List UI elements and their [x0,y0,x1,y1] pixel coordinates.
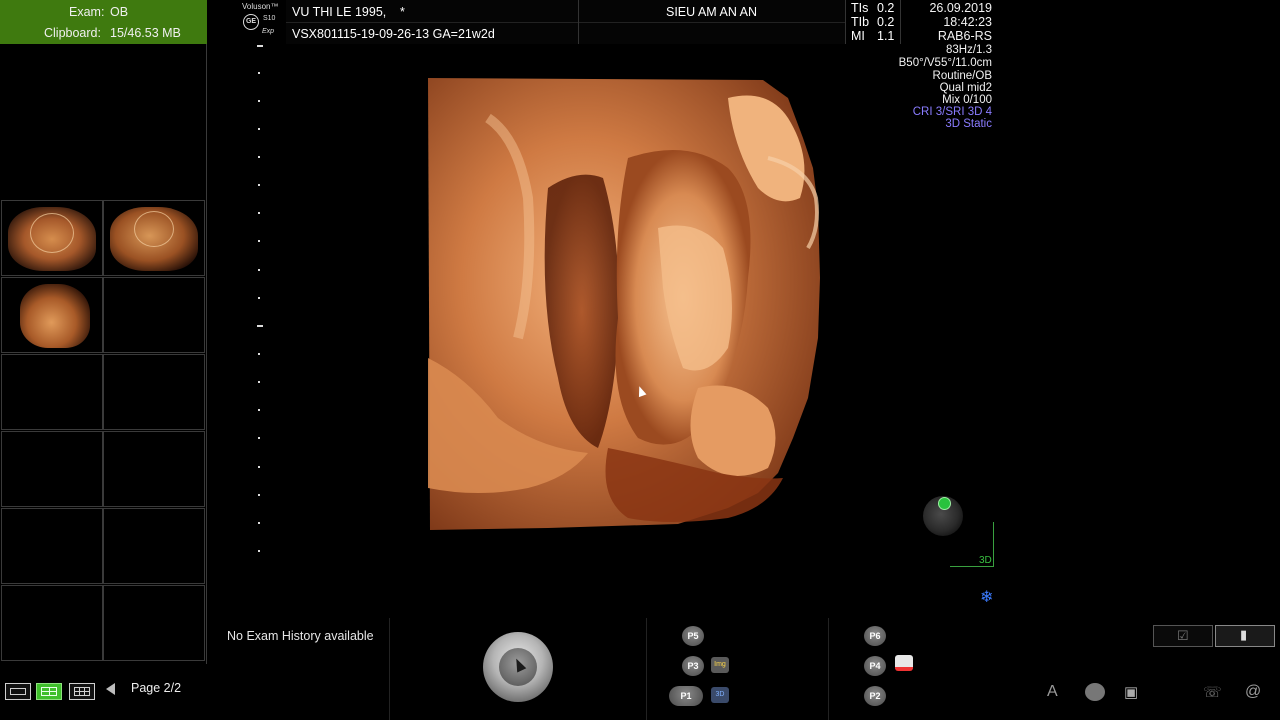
patient-info-icon[interactable] [1085,683,1105,701]
probe-name: RAB6-RS [937,29,992,43]
clipboard-label: Clipboard: [44,26,101,40]
page-indicator: Page 2/2 [131,681,182,695]
mi-label: MI [851,29,865,43]
layout-divider [41,691,57,692]
orientation-marker-icon [938,497,951,510]
clipboard-value: 15/46.53 MB [110,26,181,40]
page-previous-icon[interactable] [106,683,115,695]
frame-rate: 83Hz/1.3 [945,44,992,56]
cri-sri-setting: CRI 3/SRI 3D 4 [912,106,992,118]
clipboard-thumbnail[interactable] [1,200,103,276]
3d-render-view[interactable] [428,78,823,531]
model-label: S10 [263,15,276,22]
layout-2x4-button[interactable] [36,683,62,700]
exam-label: Exam: [69,5,105,19]
ge-logo-icon: GE [243,14,259,30]
time-display: 18:42:23 [943,15,992,29]
orientation-axis [950,566,994,567]
3d-store-icon: 3D [711,687,729,703]
layout-1x1-button[interactable] [5,683,31,700]
clipboard-slot-empty[interactable] [1,508,103,584]
phone-service-icon[interactable]: ☏ [1203,683,1222,701]
tis-value: 0.2 [877,1,895,15]
brand-logo-text: Voluson™ [242,2,279,11]
patient-name[interactable]: VU THI LE 1995, [292,5,386,19]
clipboard-slot-empty[interactable] [103,277,205,353]
report-checklist-button[interactable]: ☑ [1153,625,1213,647]
clipboard-panel [0,44,207,664]
exam-info-box: Exam: OB Clipboard: 15/46.53 MB [0,0,207,44]
tib-label: TIb [851,15,870,29]
checklist-icon: ☑ [1177,628,1189,643]
mi-value: 1.1 [877,29,895,43]
patient-marker: * [400,5,405,19]
header-divider [286,22,845,23]
p5-button[interactable]: P5 [682,626,704,646]
clipboard-slot-empty[interactable] [1,354,103,430]
text-annotation-icon[interactable]: A [1047,683,1058,701]
freeze-snowflake-icon[interactable]: ❄ [980,590,993,606]
sector-settings: B50°/V55°/11.0cm [898,57,992,69]
network-status-icon[interactable]: ▣ [1124,683,1138,701]
bar-chart-icon: ▮ [1240,627,1248,642]
thumbnail-ring [30,213,74,253]
worksheet-chart-button[interactable]: ▮ [1215,625,1275,647]
tis-label: TIs [851,1,869,15]
header-divider [845,0,846,44]
orientation-axis [993,522,994,567]
render-mode: 3D Static [945,118,992,130]
quality-setting: Qual mid2 [939,82,992,94]
email-icon[interactable]: @ [1245,683,1261,701]
edition-label: Exp [262,28,275,35]
tib-value: 0.2 [877,15,895,29]
p2-button[interactable]: P2 [864,686,886,706]
clipboard-slot-empty[interactable] [1,431,103,507]
p3-button[interactable]: P3 [682,656,704,676]
date-display: 26.09.2019 [929,1,992,15]
fetal-3d-render-image [428,78,820,530]
clipboard-slot-empty[interactable] [103,354,205,430]
clipboard-slot-empty[interactable] [1,585,103,661]
preset-name: Routine/OB [932,70,992,82]
p4-button[interactable]: P4 [864,656,886,676]
mix-setting: Mix 0/100 [942,94,992,106]
layout-divider [74,691,90,692]
hospital-name: SIEU AM AN AN [665,5,757,19]
exam-history-status: No Exam History available [227,629,374,643]
bottom-divider [828,618,829,720]
layout-3x4-button[interactable] [69,683,95,700]
thumbnail-image [20,284,90,348]
thumbnail-ring [134,211,174,247]
clipboard-slot-empty[interactable] [103,508,205,584]
clipboard-slot-empty[interactable] [103,431,205,507]
bottom-divider [389,618,390,720]
p6-button[interactable]: P6 [864,626,886,646]
exam-id: VSX801115-19-09-26-13 GA=21w2d [292,27,495,41]
exam-value: OB [110,5,129,19]
image-store-icon: Img [711,657,729,673]
layout-1x1-icon [10,688,26,695]
clipboard-thumbnail[interactable] [103,200,205,276]
printer-icon [895,655,913,671]
clipboard-slot-empty[interactable] [103,585,205,661]
clipboard-thumbnail[interactable] [1,277,103,353]
bottom-divider [646,618,647,720]
orientation-label: 3D [979,555,992,566]
header-divider [900,0,901,44]
p1-button[interactable]: P1 [669,686,703,706]
